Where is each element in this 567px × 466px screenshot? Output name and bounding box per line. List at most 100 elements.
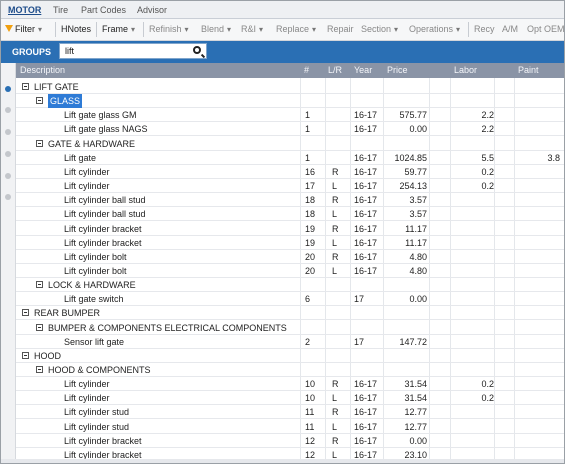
collapse-box-icon[interactable] [22, 351, 29, 359]
collapse-box-icon[interactable] [22, 309, 29, 317]
blend-button[interactable]: Blend ▾ [201, 19, 231, 40]
column-header-year[interactable]: Year [354, 63, 372, 78]
part-side: R [332, 379, 339, 390]
search-icon[interactable] [193, 46, 201, 54]
row-indicator-dot[interactable] [5, 86, 11, 92]
am-button[interactable]: A/M [502, 19, 518, 40]
section-button[interactable]: Section ▾ [361, 19, 398, 40]
tab-advisor[interactable]: Advisor [133, 4, 171, 17]
part-year: 16-17 [354, 152, 378, 163]
table-row[interactable]: Lift gate glass GM 1 16-17 575.77 2.2 [16, 108, 564, 123]
table-row[interactable]: Lift cylinder bracket 19 R 16-17 11.17 [16, 222, 564, 236]
filter-button[interactable]: Filter ▾ [5, 19, 42, 40]
group-row[interactable]: LIFT GATE [16, 80, 564, 94]
collapse-box-icon[interactable] [36, 139, 43, 147]
group-row[interactable]: HOOD & COMPONENTS [16, 363, 564, 377]
hnotes-button[interactable]: HNotes [61, 19, 91, 40]
row-indicator-dot[interactable] [5, 129, 11, 135]
table-row[interactable]: Lift cylinder ball stud 18 R 16-17 3.57 [16, 193, 564, 208]
replace-button[interactable]: Replace ▾ [276, 19, 316, 40]
group-row[interactable]: REAR BUMPER [16, 306, 564, 321]
table-header: Description # L/R Year Price Labor Paint [16, 63, 564, 78]
column-header-paint[interactable]: Paint [518, 63, 539, 78]
part-price: 575.77 [399, 110, 427, 121]
part-price: 4.80 [409, 265, 427, 276]
row-indicator-dot[interactable] [5, 107, 11, 113]
table-row[interactable]: Lift cylinder stud 11 R 16-17 12.77 [16, 405, 564, 420]
column-header-lr[interactable]: L/R [328, 63, 342, 78]
part-number: 19 [305, 237, 316, 248]
opt-oem-button[interactable]: Opt OEM [527, 19, 564, 40]
row-indicator-dot[interactable] [5, 173, 11, 179]
part-side: L [332, 393, 338, 404]
column-header-labor[interactable]: Labor [454, 63, 477, 78]
row-indicator-dot[interactable] [5, 194, 11, 200]
part-side: R [332, 223, 339, 234]
collapse-box-icon[interactable] [36, 366, 43, 373]
toolbar-divider [468, 22, 469, 37]
part-paint: 3.8 [547, 152, 560, 163]
recy-button[interactable]: Recy [474, 19, 495, 40]
part-paint [516, 222, 560, 236]
part-year: 16-17 [354, 379, 378, 390]
horizontal-scrollbar[interactable] [1, 459, 564, 463]
part-price: 59.77 [404, 166, 427, 177]
row-indicator-dot[interactable] [5, 151, 11, 157]
part-number: 10 [305, 393, 316, 404]
part-labor [446, 292, 494, 306]
part-description: Lift gate glass GM [64, 110, 137, 121]
tab-motor[interactable]: MOTOR [4, 4, 45, 17]
table-row[interactable]: Sensor lift gate 2 17 147.72 [16, 335, 564, 349]
collapse-box-icon[interactable] [36, 281, 43, 289]
collapse-box-icon[interactable] [36, 323, 43, 331]
table-row[interactable]: Lift cylinder 16 R 16-17 59.77 0.2 [16, 165, 564, 179]
caret-down-icon: ▾ [312, 25, 317, 34]
group-row[interactable]: HOOD [16, 349, 564, 363]
table-row[interactable]: Lift gate 1 16-17 1024.85 5.5 3.8 [16, 151, 564, 165]
column-header-price[interactable]: Price [387, 63, 408, 78]
table-row[interactable]: Lift cylinder ball stud 18 L 16-17 3.57 [16, 207, 564, 222]
part-labor [446, 335, 494, 349]
group-row[interactable]: GATE & HARDWARE [16, 137, 564, 151]
table-row[interactable]: Lift gate switch 6 17 0.00 [16, 292, 564, 307]
group-label: REAR BUMPER [34, 308, 101, 319]
repair-button[interactable]: Repair [327, 19, 354, 40]
tab-tire[interactable]: Tire [49, 4, 72, 17]
part-number: 2 [305, 336, 311, 347]
collapse-box-icon[interactable] [22, 83, 29, 90]
collapse-box-icon[interactable] [36, 97, 43, 105]
table-row[interactable]: Lift cylinder bracket 19 L 16-17 11.17 [16, 236, 564, 250]
column-header-number[interactable]: # [304, 63, 309, 78]
search-input[interactable]: lift [59, 43, 207, 59]
group-row[interactable]: GLASS [16, 94, 564, 109]
table-row[interactable]: Lift cylinder 17 L 16-17 254.13 0.2 [16, 179, 564, 194]
table-row[interactable]: Lift gate glass NAGS 1 16-17 0.00 2.2 [16, 122, 564, 137]
tab-part-codes[interactable]: Part Codes [77, 4, 130, 17]
column-header-description[interactable]: Description [20, 63, 65, 78]
part-side: R [332, 435, 339, 446]
part-price: 4.80 [409, 251, 427, 262]
table-row[interactable]: Lift cylinder bracket 12 R 16-17 0.00 [16, 434, 564, 448]
table-row[interactable]: Lift cylinder bolt 20 L 16-17 4.80 [16, 264, 564, 278]
operations-button[interactable]: Operations ▾ [409, 19, 460, 40]
refinish-button[interactable]: Refinish ▾ [149, 19, 189, 40]
group-label: HOOD & COMPONENTS [48, 365, 151, 375]
part-year: 16-17 [354, 124, 378, 135]
part-description: Lift cylinder ball stud [64, 209, 146, 220]
part-description: Lift cylinder stud [64, 421, 130, 432]
caret-down-icon: ▾ [259, 25, 264, 34]
part-price: 11.17 [405, 223, 427, 234]
part-description: Lift cylinder [64, 166, 110, 177]
table-row[interactable]: Lift cylinder 10 L 16-17 31.54 0.2 [16, 391, 564, 406]
table-row[interactable]: Lift cylinder 10 R 16-17 31.54 0.2 [16, 377, 564, 392]
rni-button[interactable]: R&I ▾ [241, 19, 263, 40]
part-side: R [332, 195, 339, 206]
group-row[interactable]: LOCK & HARDWARE [16, 278, 564, 293]
table-row[interactable]: Lift cylinder bolt 20 R 16-17 4.80 [16, 250, 564, 264]
table-row[interactable]: Lift cylinder stud 11 L 16-17 12.77 [16, 420, 564, 434]
part-paint [516, 377, 560, 391]
group-row[interactable]: BUMPER & COMPONENTS ELECTRICAL COMPONENT… [16, 321, 564, 335]
part-year: 16-17 [354, 209, 378, 220]
part-price: 3.57 [409, 195, 427, 206]
frame-button[interactable]: Frame ▾ [102, 19, 135, 40]
